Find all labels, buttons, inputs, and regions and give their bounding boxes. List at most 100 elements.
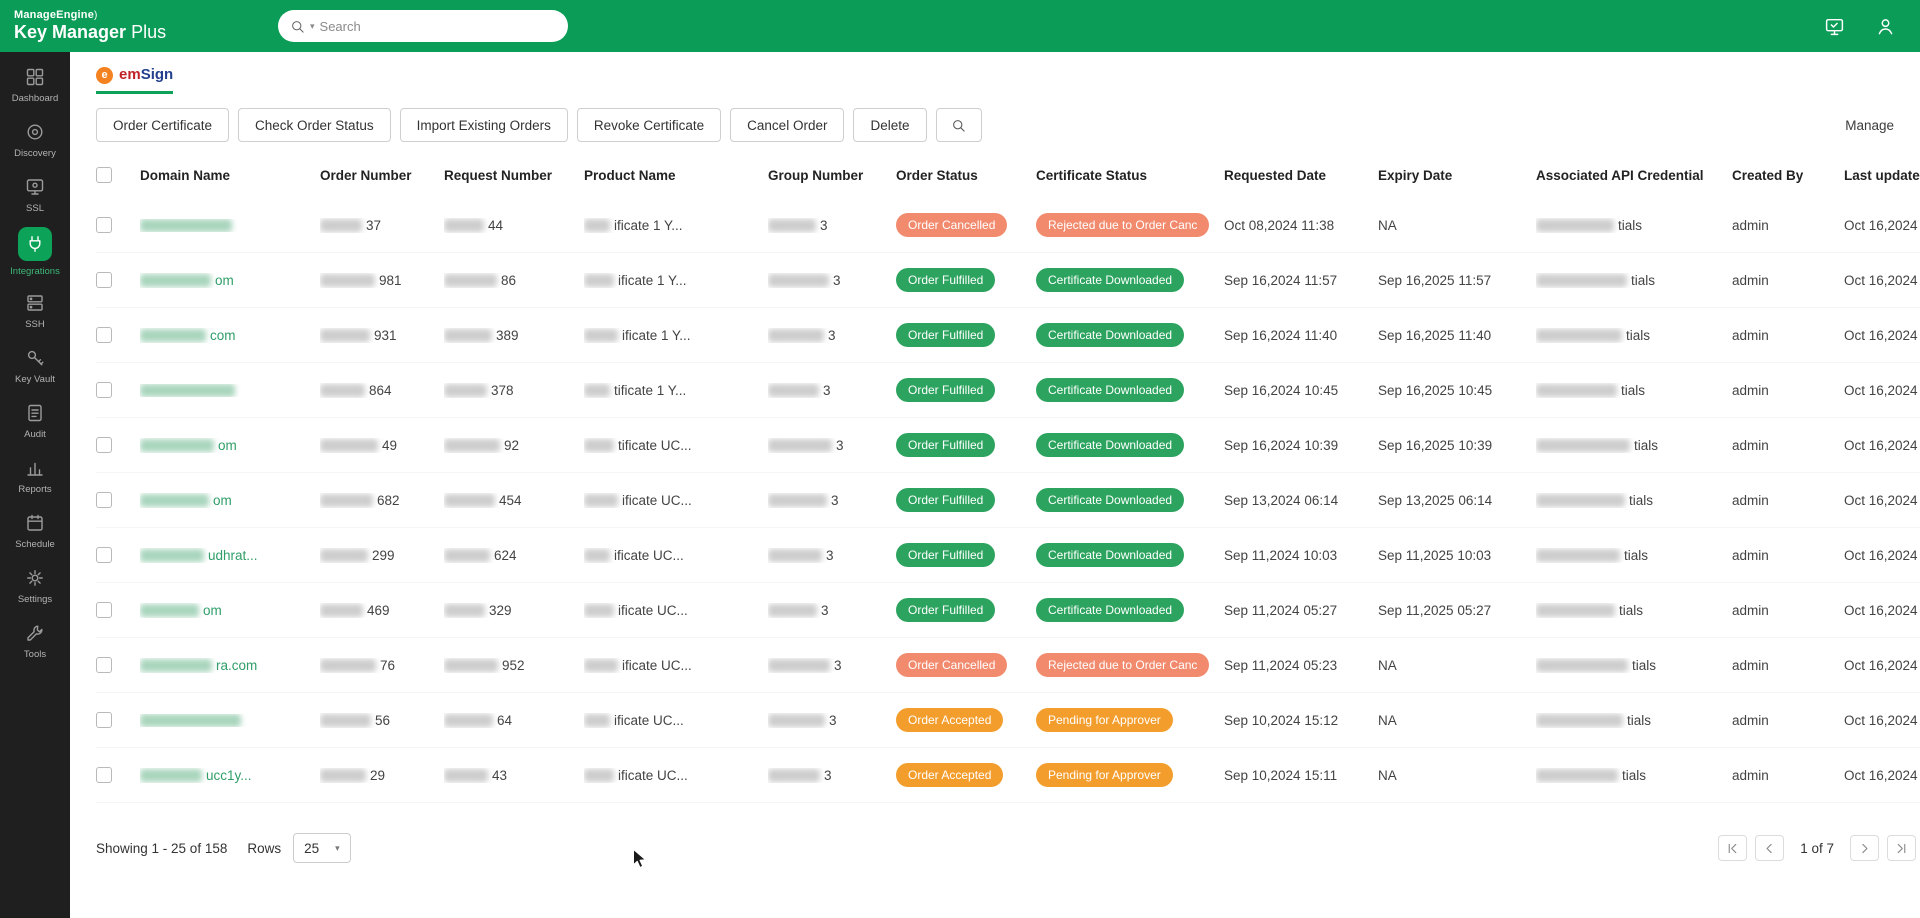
column-header-order-status[interactable]: Order Status — [896, 168, 1036, 183]
group-number: 3 — [831, 492, 839, 508]
table-row: om 682 454 ificate UC... 3 Order Fulfilled Cer… — [96, 473, 1920, 528]
check-order-status-button[interactable]: Check Order Status — [238, 108, 391, 142]
brand-swoosh: ) — [94, 10, 98, 22]
sidebar-item-key-vault[interactable]: Key Vault — [0, 339, 70, 394]
sidebar-item-ssl[interactable]: SSL — [0, 168, 70, 223]
sidebar-item-integrations[interactable]: Integrations — [0, 223, 70, 284]
requested-date: Sep 11,2024 05:23 — [1224, 657, 1338, 673]
row-checkbox[interactable] — [96, 437, 112, 453]
column-header-group-number[interactable]: Group Number — [768, 168, 896, 183]
sidebar-item-dashboard[interactable]: Dashboard — [0, 58, 70, 113]
sidebar-item-reports[interactable]: Reports — [0, 449, 70, 504]
import-existing-orders-button[interactable]: Import Existing Orders — [399, 108, 568, 142]
sidebar-item-discovery[interactable]: Discovery — [0, 113, 70, 168]
delete-button[interactable]: Delete — [853, 108, 927, 142]
created-by: admin — [1732, 272, 1769, 288]
expiry-date: Sep 16,2025 10:39 — [1378, 437, 1493, 453]
sidebar-item-audit[interactable]: Audit — [0, 394, 70, 449]
manage-link[interactable]: Manage — [1845, 118, 1894, 133]
toolbar-search-button[interactable] — [935, 108, 982, 142]
redacted-text — [320, 713, 371, 727]
sidebar-item-settings[interactable]: Settings — [0, 559, 70, 614]
redacted-text — [768, 273, 829, 287]
sidebar-item-schedule[interactable]: Schedule — [0, 504, 70, 559]
redacted-text — [584, 438, 614, 452]
request-number: 624 — [494, 547, 517, 563]
row-checkbox[interactable] — [96, 547, 112, 563]
request-number: 86 — [501, 272, 517, 288]
row-checkbox[interactable] — [96, 217, 112, 233]
redacted-text — [1536, 548, 1620, 562]
column-header-domain-name[interactable]: Domain Name — [140, 168, 320, 183]
revoke-certificate-button[interactable]: Revoke Certificate — [576, 108, 722, 142]
select-all-checkbox[interactable] — [96, 167, 112, 183]
redacted-text — [768, 383, 819, 397]
last-page-button[interactable] — [1887, 835, 1916, 861]
global-search-input[interactable] — [319, 18, 556, 34]
column-header-associated-api-credential[interactable]: Associated API Credential — [1536, 168, 1732, 183]
user-icon[interactable] — [1875, 16, 1896, 37]
column-header-request-number[interactable]: Request Number — [444, 168, 584, 183]
column-header-expiry-date[interactable]: Expiry Date — [1378, 168, 1536, 183]
requested-date: Oct 08,2024 11:38 — [1224, 217, 1335, 233]
order-certificate-button[interactable]: Order Certificate — [96, 108, 230, 142]
row-checkbox[interactable] — [96, 767, 112, 783]
domain-link[interactable]: om — [215, 273, 234, 288]
column-header-certificate-status[interactable]: Certificate Status — [1036, 168, 1224, 183]
last-updated: Oct 16,2024 — [1844, 657, 1918, 673]
expiry-date: NA — [1378, 712, 1397, 728]
cancel-order-button[interactable]: Cancel Order — [730, 108, 845, 142]
row-checkbox[interactable] — [96, 602, 112, 618]
row-checkbox[interactable] — [96, 382, 112, 398]
next-page-button[interactable] — [1850, 835, 1879, 861]
domain-link[interactable]: om — [213, 493, 232, 508]
order-number: 37 — [366, 217, 382, 233]
redacted-text — [444, 658, 498, 672]
rows-per-page-select[interactable]: 25 ▾ — [293, 833, 351, 863]
column-header-product-name[interactable]: Product Name — [584, 168, 768, 183]
request-number: 454 — [499, 492, 522, 508]
row-checkbox[interactable] — [96, 657, 112, 673]
certificate-status-badge: Rejected due to Order Canc — [1036, 213, 1210, 237]
column-header-order-number[interactable]: Order Number — [320, 168, 444, 183]
redacted-text — [1536, 328, 1622, 342]
prev-page-button[interactable] — [1755, 835, 1785, 861]
redacted-text — [584, 218, 610, 232]
sidebar-item-tools[interactable]: Tools — [0, 614, 70, 669]
domain-link[interactable]: com — [210, 328, 236, 343]
row-checkbox[interactable] — [96, 327, 112, 343]
domain-link[interactable]: om — [203, 603, 222, 618]
redacted-text — [444, 273, 497, 287]
redacted-text — [140, 548, 204, 562]
tab-emsign[interactable]: e emSign — [96, 66, 174, 94]
domain-link[interactable]: om — [218, 438, 237, 453]
expiry-date: Sep 16,2025 10:45 — [1378, 382, 1493, 398]
group-number: 3 — [823, 382, 831, 398]
column-header-created-by[interactable]: Created By — [1732, 168, 1844, 183]
created-by: admin — [1732, 437, 1769, 453]
domain-link[interactable]: ra.com — [216, 658, 257, 673]
monitor-icon[interactable] — [1824, 16, 1845, 37]
order-number: 682 — [377, 492, 400, 508]
sidebar-item-ssh[interactable]: SSH — [0, 284, 70, 339]
table-row: ucc1y... 29 43 ificate UC... 3 Order Accepted… — [96, 748, 1920, 803]
actions-toolbar: Order Certificate Check Order Status Impor… — [70, 94, 1920, 152]
header-actions — [1824, 16, 1920, 37]
row-checkbox[interactable] — [96, 492, 112, 508]
expiry-date: NA — [1378, 767, 1397, 783]
request-number: 64 — [497, 712, 513, 728]
global-search[interactable]: ▾ — [278, 10, 568, 42]
column-header-last-updated[interactable]: Last updated — [1844, 168, 1920, 183]
created-by: admin — [1732, 217, 1769, 233]
redacted-text — [320, 438, 378, 452]
page-indicator: 1 of 7 — [1800, 840, 1834, 856]
redacted-text — [444, 493, 495, 507]
first-page-button[interactable] — [1718, 835, 1748, 861]
domain-link[interactable]: ucc1y... — [206, 768, 252, 783]
column-header-requested-date[interactable]: Requested Date — [1224, 168, 1378, 183]
row-checkbox[interactable] — [96, 712, 112, 728]
last-updated: Oct 16,2024 — [1844, 602, 1918, 618]
domain-link[interactable]: udhrat... — [208, 548, 258, 563]
row-checkbox[interactable] — [96, 272, 112, 288]
search-scope-chevron-icon[interactable]: ▾ — [310, 21, 315, 32]
